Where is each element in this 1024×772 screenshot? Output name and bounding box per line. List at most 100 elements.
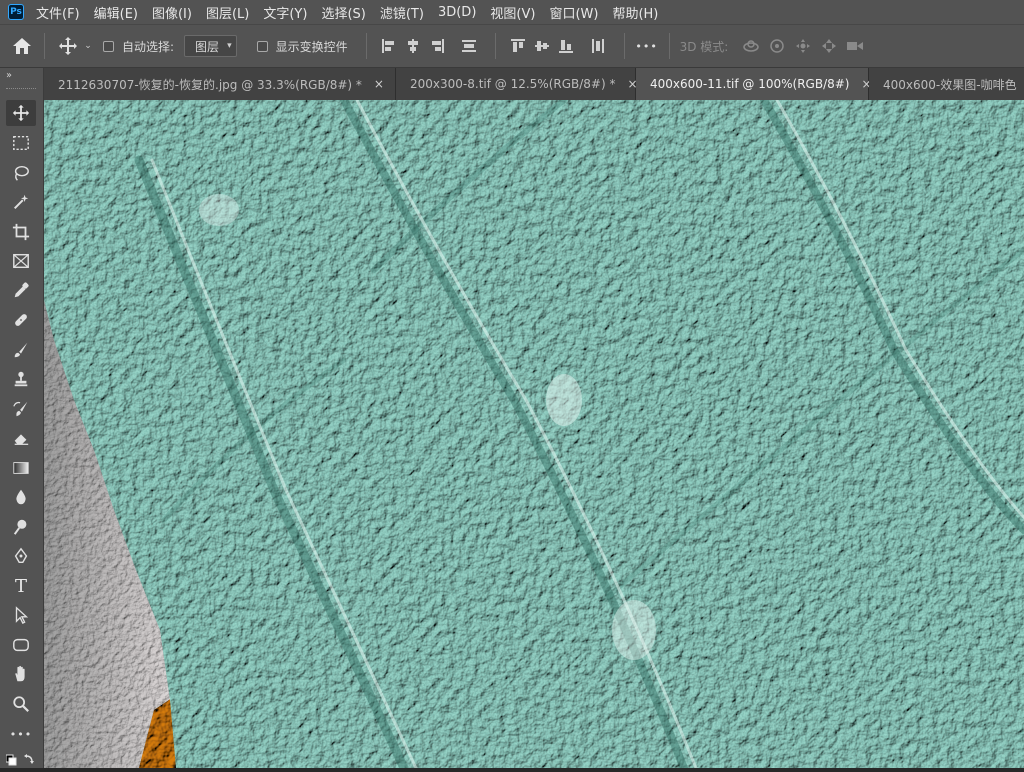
align-left-edges-button[interactable] bbox=[377, 31, 401, 61]
home-button[interactable] bbox=[0, 31, 44, 61]
magnifier-icon bbox=[13, 696, 29, 712]
auto-select-checkbox[interactable] bbox=[103, 40, 114, 52]
divider bbox=[44, 33, 45, 59]
edit-toolbar-button[interactable]: ••• bbox=[6, 721, 36, 747]
default-colors-icon bbox=[5, 754, 34, 766]
document-tab[interactable]: 400x600-效果图-咖啡色 bbox=[869, 68, 1024, 100]
align-top-edges-button[interactable] bbox=[506, 31, 530, 61]
divider bbox=[365, 33, 367, 59]
menu-bar: Ps 文件(F) 编辑(E) 图像(I) 图层(L) 文字(Y) 选择(S) 滤… bbox=[0, 0, 1024, 24]
clone-stamp-tool[interactable] bbox=[6, 366, 36, 392]
align-left-icon bbox=[381, 39, 394, 53]
panel-grip[interactable] bbox=[6, 88, 36, 91]
magic-wand-tool[interactable] bbox=[6, 189, 36, 215]
3d-slide-button[interactable] bbox=[816, 31, 842, 61]
menu-help[interactable]: 帮助(H) bbox=[612, 3, 658, 22]
align-horizontal-centers-button[interactable] bbox=[401, 31, 425, 61]
align-middle-icon bbox=[534, 41, 549, 51]
distribute-icon bbox=[461, 40, 476, 52]
path-selection-tool[interactable] bbox=[6, 602, 36, 628]
auto-select-option[interactable]: 自动选择: bbox=[103, 31, 174, 61]
gradient-tool[interactable] bbox=[6, 455, 36, 481]
show-transform-controls-option[interactable]: 显示变换控件 bbox=[256, 31, 348, 61]
hand-tool[interactable] bbox=[6, 661, 36, 687]
tab-label: 400x600-效果图-咖啡色 bbox=[883, 77, 1017, 92]
menu-image[interactable]: 图像(I) bbox=[152, 3, 192, 22]
close-icon[interactable]: × bbox=[374, 77, 384, 91]
3d-camera-icon bbox=[847, 42, 864, 50]
more-options-button[interactable]: ••• bbox=[635, 31, 659, 61]
align-bottom-icon bbox=[558, 40, 573, 53]
3d-pan-icon bbox=[796, 39, 811, 53]
3d-orbit-button[interactable] bbox=[738, 31, 764, 61]
arrow-pointer-icon bbox=[15, 606, 29, 624]
move-icon bbox=[12, 104, 30, 122]
move-tool-preset-button[interactable]: ⌄ bbox=[55, 31, 95, 61]
document-tab[interactable]: 2112630707-恢复的-恢复的.jpg @ 33.3%(RGB/8#) *… bbox=[44, 68, 396, 100]
show-transform-checkbox[interactable] bbox=[256, 40, 268, 52]
menu-type[interactable]: 文字(Y) bbox=[263, 3, 307, 22]
document-tab[interactable]: 200x300-8.tif @ 12.5%(RGB/8#) * × bbox=[396, 68, 638, 100]
droplet-icon bbox=[16, 489, 26, 505]
move-tool[interactable] bbox=[6, 100, 36, 126]
3d-slide-icon bbox=[822, 39, 837, 53]
photoshop-logo[interactable]: Ps bbox=[8, 4, 24, 20]
menu-edit[interactable]: 编辑(E) bbox=[94, 3, 138, 22]
align-top-icon bbox=[510, 39, 525, 52]
history-brush-tool[interactable] bbox=[6, 396, 36, 422]
menu-file[interactable]: 文件(F) bbox=[36, 3, 80, 22]
blur-tool[interactable] bbox=[6, 484, 36, 510]
gradient-icon bbox=[13, 462, 29, 474]
marquee-icon bbox=[13, 135, 29, 151]
3d-pan-button[interactable] bbox=[790, 31, 816, 61]
color-swatches[interactable] bbox=[5, 752, 36, 768]
align-vertical-centers-button[interactable] bbox=[530, 31, 554, 61]
auto-select-target-dropdown[interactable]: 图层 ▾ bbox=[184, 35, 237, 57]
menu-window[interactable]: 窗口(W) bbox=[549, 3, 598, 22]
type-tool[interactable]: T bbox=[6, 573, 36, 599]
menu-3d[interactable]: 3D(D) bbox=[438, 5, 476, 20]
3d-mode-label: 3D 模式: bbox=[679, 39, 729, 54]
3d-orbit-icon bbox=[743, 40, 760, 52]
distribute-vertical-button[interactable] bbox=[457, 31, 481, 61]
collapse-panel-icon[interactable]: ›› bbox=[6, 70, 12, 81]
distribute-horizontal-icon bbox=[591, 39, 604, 53]
healing-brush-tool[interactable] bbox=[6, 307, 36, 333]
align-right-edges-button[interactable] bbox=[425, 31, 449, 61]
divider bbox=[494, 33, 496, 59]
3d-roll-button[interactable] bbox=[764, 31, 790, 61]
menu-layer[interactable]: 图层(L) bbox=[206, 3, 249, 22]
pen-tool[interactable] bbox=[6, 543, 36, 569]
crop-tool[interactable] bbox=[6, 219, 36, 245]
lasso-tool[interactable] bbox=[6, 160, 36, 186]
brush-tool[interactable] bbox=[6, 337, 36, 363]
dodge-icon bbox=[13, 519, 27, 535]
eraser-tool[interactable] bbox=[6, 425, 36, 451]
align-bottom-edges-button[interactable] bbox=[554, 31, 578, 61]
document-tab-active[interactable]: 400x600-11.tif @ 100%(RGB/8#) × bbox=[636, 68, 872, 100]
frame-tool[interactable] bbox=[6, 248, 36, 274]
dodge-tool[interactable] bbox=[6, 514, 36, 540]
more-icon: ••• bbox=[9, 727, 33, 741]
show-transform-label: 显示变换控件 bbox=[275, 39, 348, 54]
eyedropper-tool[interactable] bbox=[6, 278, 36, 304]
marquee-tool[interactable] bbox=[6, 130, 36, 156]
distribute-horizontal-button[interactable] bbox=[586, 31, 610, 61]
menu-filter[interactable]: 滤镜(T) bbox=[380, 3, 424, 22]
tab-label: 200x300-8.tif @ 12.5%(RGB/8#) * bbox=[410, 77, 616, 91]
divider bbox=[668, 33, 670, 59]
canvas-image bbox=[44, 100, 1024, 768]
magic-wand-icon bbox=[13, 194, 29, 210]
document-canvas[interactable] bbox=[44, 100, 1024, 768]
zoom-tool[interactable] bbox=[6, 691, 36, 717]
rounded-rectangle-icon bbox=[13, 638, 29, 652]
rectangle-tool[interactable] bbox=[6, 632, 36, 658]
menu-view[interactable]: 视图(V) bbox=[490, 3, 535, 22]
3d-scale-button[interactable] bbox=[842, 31, 868, 61]
more-icon: ••• bbox=[635, 39, 658, 53]
eraser-icon bbox=[14, 434, 29, 445]
frame-icon bbox=[13, 253, 29, 269]
tools-panel: ›› T ••• bbox=[0, 68, 44, 768]
menu-select[interactable]: 选择(S) bbox=[321, 3, 365, 22]
align-right-icon bbox=[431, 39, 444, 53]
